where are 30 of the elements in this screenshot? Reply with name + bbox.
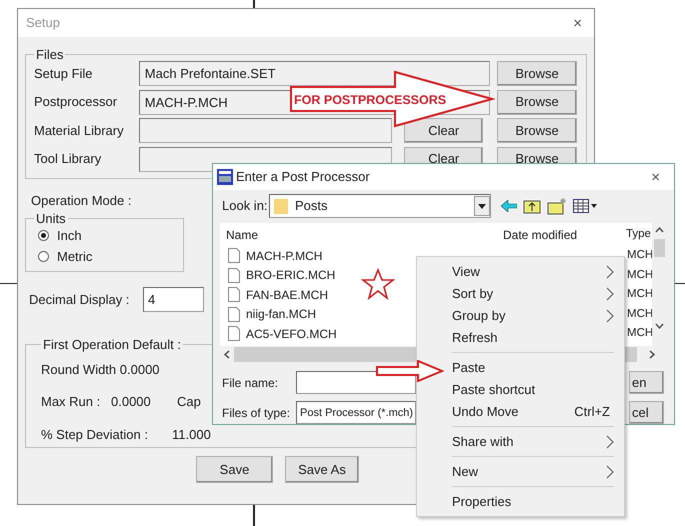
file-type: MCH xyxy=(627,326,654,342)
file-type: MCH xyxy=(627,268,654,283)
field-value: 0.0000 xyxy=(111,392,152,410)
field-label: Max Run : xyxy=(41,392,102,410)
field-label: Cap xyxy=(177,392,201,411)
radio-label: Inch xyxy=(57,226,82,245)
field-label: File name: xyxy=(222,374,280,392)
file-type: MCH xyxy=(627,248,654,264)
field-label: Tool Library xyxy=(34,150,102,168)
group-label: Units xyxy=(35,212,67,225)
group-label: First Operation Default : xyxy=(42,338,182,351)
shortcut-text: Ctrl+Z xyxy=(574,403,610,422)
file-type: MCH xyxy=(627,287,654,302)
dropdown-value: Posts xyxy=(295,196,328,215)
field-value: 11.000 xyxy=(172,426,211,444)
field-label: Material Library xyxy=(34,122,125,140)
field-label: % Step Deviation : xyxy=(41,426,149,444)
field-label: Setup File xyxy=(34,64,94,83)
window-title: Enter a Post Processor xyxy=(236,168,370,186)
field-label: Files of type: xyxy=(222,404,292,422)
callout-text: FOR POSTPROCESSORS xyxy=(294,92,446,109)
file-type: MCH xyxy=(627,306,654,322)
window-title: Setup xyxy=(26,14,60,32)
section-label: Operation Mode : xyxy=(31,192,132,207)
field-label: Postprocessor xyxy=(34,93,118,112)
setting-text: Round Width 0.0000 xyxy=(41,361,160,379)
field-label: Look in: xyxy=(222,196,269,215)
radio-label: Metric xyxy=(57,248,92,266)
group-label: Files xyxy=(35,48,64,61)
field-label: Decimal Display : xyxy=(29,290,130,309)
